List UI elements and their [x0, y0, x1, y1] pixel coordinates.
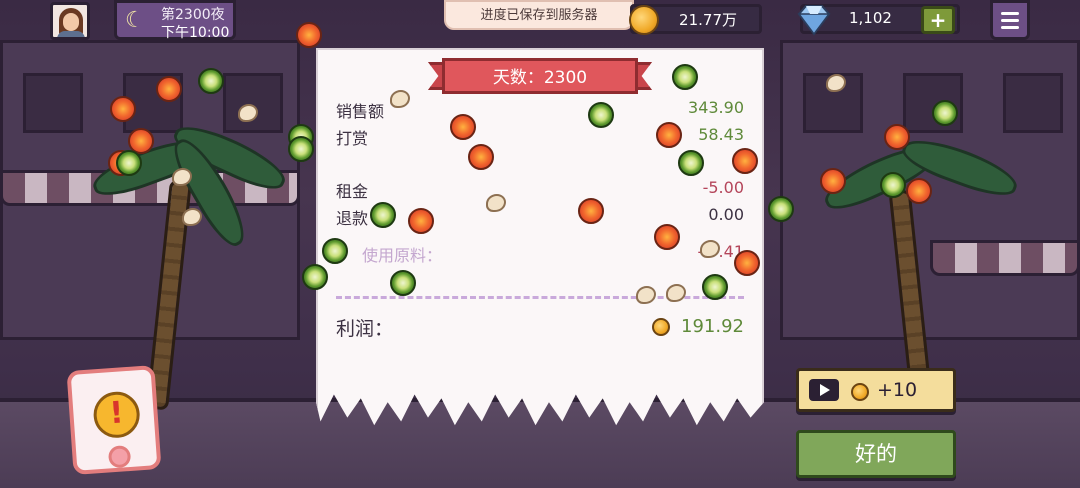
alert-icon: !: [92, 390, 142, 440]
profit-label: 利润：: [336, 318, 394, 340]
day-title: 天数：2300: [492, 68, 588, 88]
jalapeno-slice-icon: [678, 150, 704, 176]
tips-label: 打赏: [336, 129, 369, 148]
tomato-slice-icon: [820, 168, 846, 194]
night-counter: 第2300夜: [161, 7, 225, 23]
tomato-slice-icon: [450, 114, 476, 140]
tomato-slice-icon: [732, 148, 758, 174]
tomato-slice-icon: [656, 122, 682, 148]
jalapeno-slice-icon: [932, 100, 958, 126]
player-avatar-icon[interactable]: [50, 2, 90, 40]
day-time-panel: ☾ 第2300夜 下午10:00: [114, 0, 236, 41]
refund-value: 0.00: [708, 205, 744, 224]
alert-card-button[interactable]: !: [66, 365, 162, 475]
clock-time: 下午10:00: [161, 25, 230, 41]
jalapeno-slice-icon: [768, 196, 794, 222]
coin-icon: [629, 5, 659, 35]
jalapeno-slice-icon: [198, 68, 224, 94]
coin-amount: 21.77万: [679, 11, 737, 29]
tomato-slice-icon: [408, 208, 434, 234]
jalapeno-slice-icon: [288, 136, 314, 162]
jalapeno-slice-icon: [588, 102, 614, 128]
sales-value: 343.90: [688, 98, 744, 117]
rent-value: -5.00: [702, 178, 744, 197]
tomato-slice-icon: [654, 224, 680, 250]
tomato-slice-icon: [884, 124, 910, 150]
tomato-slice-icon: [734, 250, 760, 276]
tomato-slice-icon: [578, 198, 604, 224]
jalapeno-slice-icon: [880, 172, 906, 198]
awning-right: [930, 240, 1080, 276]
tomato-slice-icon: [156, 76, 182, 102]
jalapeno-slice-icon: [116, 150, 142, 176]
refund-label: 退款: [336, 209, 369, 228]
watch-video-reward-button[interactable]: +10: [796, 368, 956, 412]
gem-balance: 1,102 +: [797, 4, 960, 36]
menu-icon: [1001, 12, 1019, 15]
diamond-icon: [797, 5, 831, 36]
menu-button[interactable]: [990, 0, 1030, 40]
gem-amount: 1,102: [849, 9, 892, 27]
sales-label: 销售额: [336, 102, 385, 121]
moon-icon: ☾: [125, 8, 145, 33]
rent-label: 租金: [336, 182, 369, 201]
video-reward-amount: +10: [877, 379, 918, 401]
tomato-slice-icon: [906, 178, 932, 204]
tomato-slice-icon: [468, 144, 494, 170]
ok-button[interactable]: 好的: [796, 430, 956, 478]
jalapeno-slice-icon: [322, 238, 348, 264]
coin-balance: 21.77万: [629, 4, 762, 35]
alert-dot: [107, 444, 132, 469]
coin-icon: [652, 318, 670, 336]
profit-value: 191.92: [681, 316, 744, 337]
tips-value: 58.43: [698, 125, 744, 144]
ingredients-label: 使用原料：: [362, 246, 443, 265]
jalapeno-slice-icon: [370, 202, 396, 228]
jalapeno-slice-icon: [302, 264, 328, 290]
jalapeno-slice-icon: [390, 270, 416, 296]
jalapeno-slice-icon: [702, 274, 728, 300]
tomato-slice-icon: [296, 22, 322, 48]
coin-icon: [851, 383, 869, 401]
save-toast: 进度已保存到服务器: [444, 0, 634, 30]
day-ribbon: 天数：2300: [428, 58, 652, 94]
jalapeno-slice-icon: [672, 64, 698, 90]
tomato-slice-icon: [110, 96, 136, 122]
play-video-icon: [809, 379, 839, 401]
buy-gems-button[interactable]: +: [921, 6, 955, 34]
